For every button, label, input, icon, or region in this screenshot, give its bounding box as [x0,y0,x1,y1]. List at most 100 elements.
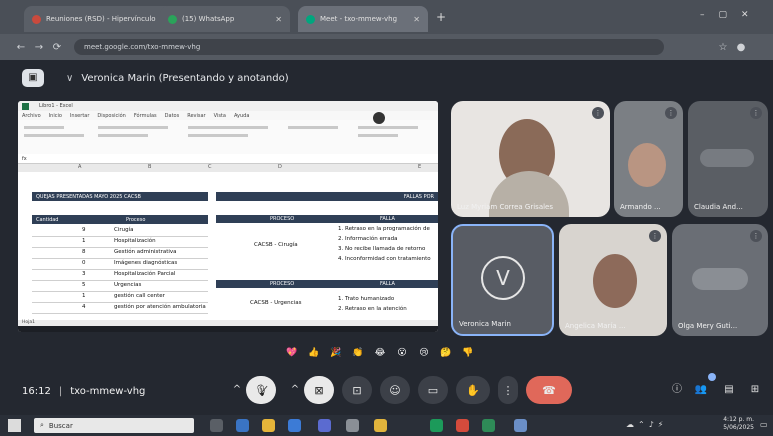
table-row-divider [32,302,208,303]
mic-off-icon[interactable]: 🎙︎̸ [246,376,276,404]
more-options-icon[interactable]: ⋮ [750,230,762,242]
leave-call-icon[interactable]: ☎ [526,376,572,404]
reload-icon[interactable]: ⟳ [48,42,66,53]
process-block-1-header: PROCESO FALLA [216,215,438,223]
excel-taskbar-icon[interactable] [482,419,495,432]
sheet-tab[interactable]: Hoja1 [22,320,35,325]
reaction-surprised-icon[interactable]: 😮 [394,345,410,361]
notifications-icon[interactable]: ▭ [760,420,768,429]
present-icon[interactable]: ⊡ [342,376,372,404]
system-tray-icons[interactable]: ☁⌃♪⚡ [626,420,667,429]
chevron-up-icon[interactable]: ^ [228,381,246,399]
reaction-thinking-icon[interactable]: 🤔 [438,345,454,361]
taskbar-search[interactable]: ⌕ Buscar [34,418,194,433]
profile-icon[interactable]: ● [732,42,750,53]
ribbon-tab[interactable]: Disposición [97,113,125,119]
table-cell-process: gestión call center [114,293,165,299]
info-icon[interactable]: ⓘ [668,381,686,399]
chevron-down-icon[interactable]: ∨ [66,73,73,84]
participant-tile[interactable]: ⋮ Luz Myriam Correa Grisales [451,101,610,217]
column-header[interactable]: E [418,164,421,170]
taskbar-clock[interactable]: 4:12 p. m. 5/06/2025 [706,416,754,432]
more-icon[interactable]: ⋮ [498,376,518,404]
column-header[interactable]: C [208,164,212,170]
participant-tile[interactable]: ⋮ Claudia And... [688,101,768,217]
task-view-icon[interactable] [210,419,223,432]
participant-tile-active[interactable]: V Veronica Marin [451,224,554,336]
participant-tile[interactable]: ⋮ Armando ... [614,101,683,217]
annotation-pen-icon[interactable] [373,112,385,124]
bookmark-icon[interactable]: ☆ [714,42,732,53]
more-options-icon[interactable]: ⋮ [750,107,762,119]
ribbon-tab[interactable]: Revisar [187,113,205,119]
app-icon-2[interactable] [514,419,527,432]
table-cell-process: Gestión administrativa [114,249,177,255]
mail-icon[interactable] [288,419,301,432]
table-cell-process: Cirugía [114,227,134,233]
column-header[interactable]: B [148,164,151,170]
new-tab-icon[interactable]: + [436,10,446,24]
chrome-icon[interactable] [456,419,469,432]
meeting-code: txo-mmew-vhg [70,386,146,397]
app-icon[interactable] [346,419,359,432]
participant-tile[interactable]: ⋮ Olga Mery Guti... [672,224,768,336]
chevron-up-icon[interactable]: ^ [286,381,304,399]
browser-tab-2[interactable]: (15) WhatsApp ✕ [160,6,290,32]
meeting-time: 16:12 [22,386,51,397]
participant-video [628,143,666,187]
ribbon-tab[interactable]: Fórmulas [134,113,157,119]
file-explorer-icon[interactable] [262,419,275,432]
table-cell-quantity: 0 [82,260,86,266]
browser-tab-bar: Reuniones (RSD) - Hipervínculo ✕ (15) Wh… [0,0,773,34]
ribbon-tab[interactable]: Insertar [70,113,89,119]
meeting-details: 16:12 | txo-mmew-vhg [22,386,146,397]
more-options-icon[interactable]: ⋮ [649,230,661,242]
participant-tile[interactable]: ⋮ Angelica María ... [559,224,667,336]
camera-off-icon[interactable]: ⊠ [304,376,334,404]
reaction-thumbs-up-icon[interactable]: 👍 [306,345,322,361]
formula-bar[interactable]: fx [18,154,438,164]
avatar: V [481,256,525,300]
captions-icon[interactable]: ▭ [418,376,448,404]
tab-close-icon[interactable]: ✕ [413,15,420,24]
more-options-icon[interactable]: ⋮ [592,107,604,119]
quantity-header: Cantidad [36,216,59,223]
reaction-thumbs-down-icon[interactable]: 👎 [460,345,476,361]
emoji-icon[interactable]: ☺ [380,376,410,404]
edge-icon[interactable] [236,419,249,432]
tab-label: Meet - txo-mmew-vhg [320,15,398,23]
reaction-heart-icon[interactable]: 💖 [284,345,300,361]
ribbon-tab[interactable]: Archivo [22,113,41,119]
ribbon-tab[interactable]: Inicio [49,113,62,119]
spreadsheet-grid[interactable]: QUEJAS PRESENTADAS MAYO 2025 CACSB Canti… [18,172,438,320]
tab-close-icon[interactable]: ✕ [275,15,282,24]
more-options-icon[interactable]: ⋮ [665,107,677,119]
back-icon[interactable]: ← [12,42,30,53]
reaction-laugh-icon[interactable]: 😂 [372,345,388,361]
url-field[interactable]: meet.google.com/txo-mmew-vhg [74,39,664,55]
forward-icon[interactable]: → [30,42,48,53]
window-controls-icon[interactable]: –▢✕ [700,10,763,20]
column-header[interactable]: A [78,164,81,170]
search-placeholder: Buscar [48,421,73,430]
activities-icon[interactable]: ⊞ [746,381,764,399]
reaction-sad-icon[interactable]: 😢 [416,345,432,361]
whatsapp-taskbar-icon[interactable] [430,419,443,432]
reaction-party-icon[interactable]: 🎉 [328,345,344,361]
column-header[interactable]: D [278,164,282,170]
participant-name: Claudia And... [694,203,743,211]
table-cell-quantity: 8 [82,249,86,255]
ribbon-tab[interactable]: Ayuda [234,113,249,119]
reaction-clap-icon[interactable]: 👏 [350,345,366,361]
ribbon-tab[interactable]: Vista [214,113,226,119]
people-icon[interactable]: 👥 [692,381,710,399]
chat-icon[interactable]: ▤ [720,381,738,399]
raise-hand-icon[interactable]: ✋ [456,376,490,404]
ribbon-tab[interactable]: Datos [165,113,180,119]
lightning-icon[interactable] [374,419,387,432]
browser-tab-meet[interactable]: Meet - txo-mmew-vhg ✕ [298,6,428,32]
teams-icon[interactable] [318,419,331,432]
browser-tab-1[interactable]: Reuniones (RSD) - Hipervínculo ✕ [24,6,174,32]
table-cell-process: Hospitalización Parcial [114,271,176,277]
windows-start-icon[interactable] [8,419,21,432]
